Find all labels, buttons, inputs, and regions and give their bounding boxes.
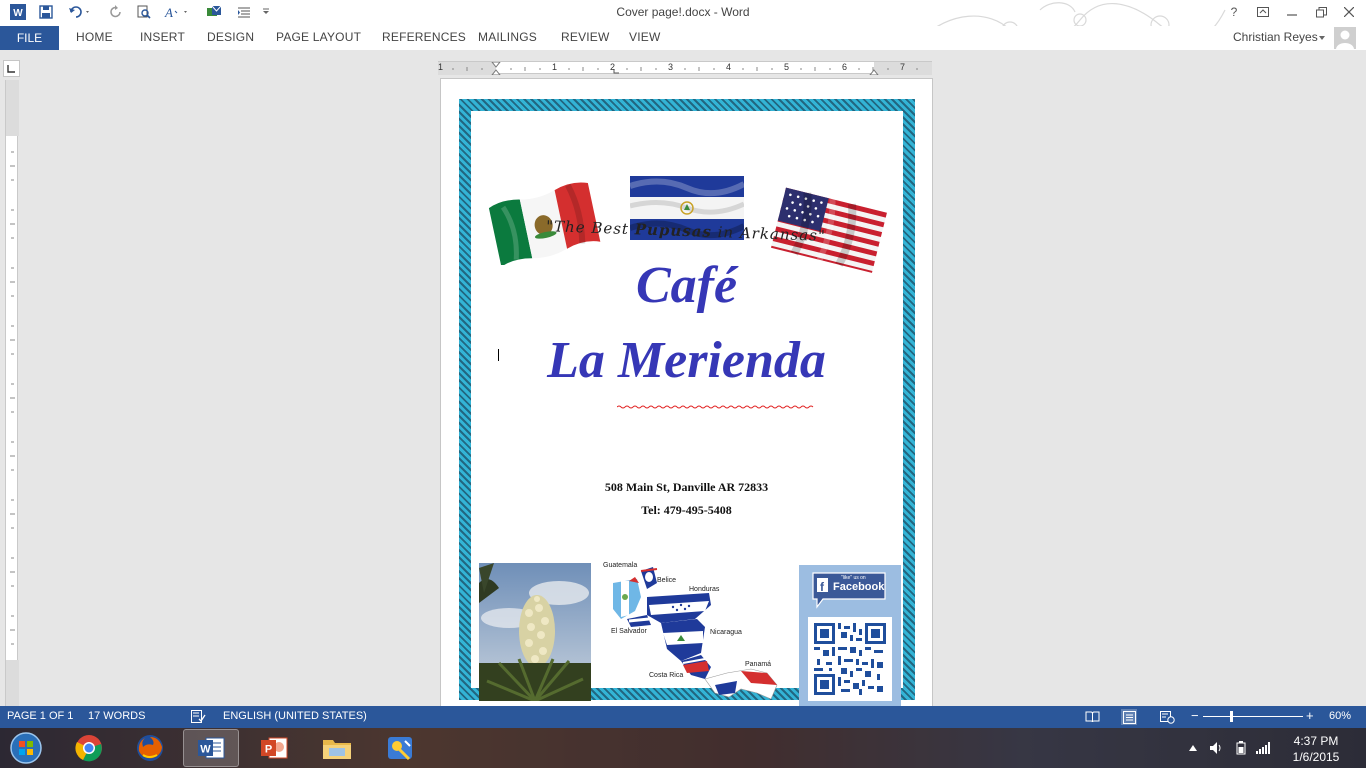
central-america-map-image[interactable]: Guatemala Belice Honduras El Salvador Ni… [601, 561, 781, 706]
firefox-icon[interactable] [122, 729, 178, 767]
chrome-icon[interactable] [61, 729, 117, 767]
network-signal-icon[interactable] [1256, 741, 1270, 755]
show-hidden-icons-icon[interactable] [1186, 741, 1200, 755]
spelling-error-underline [617, 405, 814, 409]
clock-date[interactable]: 1/6/2015 [1288, 750, 1344, 764]
account-chevron-down-icon[interactable] [1319, 36, 1325, 40]
ruler-mark: 6 [842, 62, 848, 72]
map-label-belice: Belice [657, 577, 677, 584]
zoom-slider[interactable] [1203, 716, 1303, 717]
map-label-el-salvador: El Salvador [611, 628, 647, 635]
file-explorer-icon[interactable] [309, 729, 365, 767]
zoom-slider-thumb[interactable] [1230, 711, 1233, 722]
svg-text:P: P [265, 744, 272, 756]
print-layout-icon[interactable] [1121, 709, 1137, 725]
ruler-mark: 5 [784, 62, 790, 72]
cafe-name-heading: La Merienda [547, 332, 826, 389]
restore-button[interactable] [1310, 3, 1332, 21]
title-bar: W A Cover page!.docx - Word ? [0, 0, 1366, 46]
tab-design[interactable]: DESIGN [207, 30, 254, 44]
minimize-button[interactable] [1281, 3, 1303, 21]
map-label-panama: Panamá [745, 661, 772, 668]
qr-code-image[interactable] [808, 617, 892, 701]
facebook-label: Facebook [833, 581, 885, 593]
facebook-qr-box[interactable]: f "like" us on Facebook [799, 565, 901, 706]
map-label-nicaragua: Nicaragua [710, 629, 742, 636]
map-label-costa-rica: Costa Rica [649, 672, 684, 679]
ribbon-tab-bar: FILE HOME INSERT DESIGN PAGE LAYOUT REFE… [0, 26, 1366, 50]
tab-mailings[interactable]: MAILINGS [478, 30, 537, 44]
zoom-level[interactable]: 60% [1329, 710, 1351, 722]
word-taskbar-icon[interactable]: W [183, 729, 239, 767]
ruler-mark: 7 [900, 62, 906, 72]
word-count[interactable]: 17 WORDS [88, 710, 145, 722]
avatar[interactable] [1334, 27, 1356, 49]
ruler-mark: 3 [668, 62, 674, 72]
status-bar: PAGE 1 OF 1 17 WORDS ENGLISH (UNITED STA… [0, 706, 1366, 728]
phone-text: Tel: 479-495-5408 [641, 503, 732, 517]
vertical-ruler[interactable] [5, 80, 19, 706]
tab-review[interactable]: REVIEW [561, 30, 610, 44]
tab-selector-button[interactable] [3, 60, 20, 77]
document-workspace[interactable]: 1 1 2 3 4 5 6 7 "The Best Pupusas in Ark… [0, 50, 1366, 706]
language-indicator[interactable]: ENGLISH (UNITED STATES) [223, 710, 367, 722]
close-button[interactable] [1338, 3, 1360, 21]
map-label-guatemala: Guatemala [603, 562, 638, 569]
read-mode-icon[interactable] [1084, 709, 1100, 725]
svg-text:W: W [200, 744, 211, 756]
page-count[interactable]: PAGE 1 OF 1 [7, 710, 73, 722]
battery-icon[interactable] [1234, 741, 1248, 755]
ruler-mark: 1 [552, 62, 558, 72]
zoom-in-button[interactable]: + [1306, 708, 1314, 723]
clock-time[interactable]: 4:37 PM [1288, 734, 1344, 748]
zoom-out-button[interactable]: − [1191, 708, 1199, 723]
ribbon-display-options-button[interactable] [1252, 3, 1274, 21]
proofing-icon[interactable] [191, 710, 206, 726]
powerpoint-taskbar-icon[interactable]: P [246, 729, 302, 767]
map-label-honduras: Honduras [689, 586, 720, 593]
windows-taskbar: W P 4:37 PM 1/6/2015 [0, 728, 1366, 768]
tab-view[interactable]: VIEW [629, 30, 660, 44]
volume-icon[interactable] [1209, 741, 1223, 755]
address-text: 508 Main St, Danville AR 72833 [604, 480, 769, 494]
cafe-title-heading: Café [635, 257, 738, 314]
ruler-mark: 1 [438, 62, 444, 72]
tab-home[interactable]: HOME [76, 30, 113, 44]
user-account-name[interactable]: Christian Reyes [1233, 30, 1318, 44]
web-layout-icon[interactable] [1159, 709, 1175, 725]
ruler-mark: 4 [726, 62, 732, 72]
tab-insert[interactable]: INSERT [140, 30, 185, 44]
tab-file[interactable]: FILE [0, 26, 59, 50]
tab-page-layout[interactable]: PAGE LAYOUT [276, 30, 361, 44]
ruler-mark: 2 [610, 62, 616, 72]
start-button[interactable] [0, 729, 52, 767]
document-page[interactable]: "The Best Pupusas in Arkansas" Café La M… [440, 78, 933, 706]
yucca-flower-photo[interactable] [479, 563, 591, 701]
help-button[interactable]: ? [1223, 3, 1245, 21]
horizontal-ruler[interactable]: 1 1 2 3 4 5 6 7 [438, 61, 932, 75]
app-taskbar-icon[interactable] [372, 729, 428, 767]
tab-references[interactable]: REFERENCES [382, 30, 466, 44]
